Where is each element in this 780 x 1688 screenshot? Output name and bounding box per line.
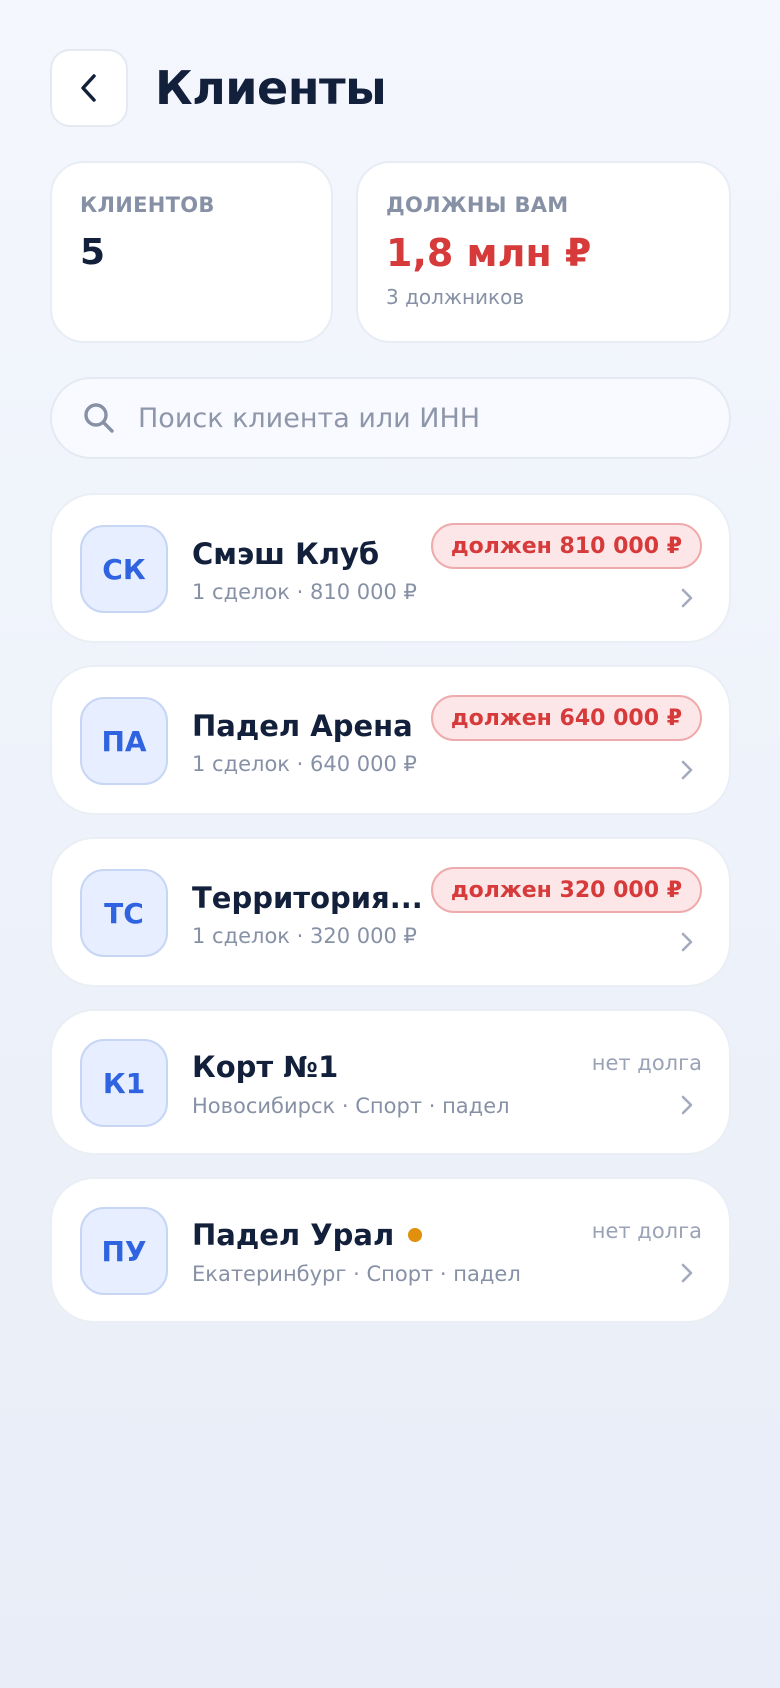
avatar: ТС — [80, 869, 168, 957]
clients-count-card: КЛИЕНТОВ 5 — [50, 161, 333, 343]
chevron-right-icon — [681, 932, 693, 952]
client-card[interactable]: ПУ Падел Урал Екатеринбург · Спорт · пад… — [50, 1177, 731, 1323]
clients-count-value: 5 — [80, 232, 106, 273]
owed-label: ДОЛЖНЫ ВАМ — [386, 193, 569, 217]
avatar: ПА — [80, 697, 168, 785]
owed-to-you-card: ДОЛЖНЫ ВАМ 1,8 млн ₽ 3 должников — [356, 161, 731, 343]
client-name: Смэш Клуб — [192, 537, 379, 571]
chevron-right-icon — [681, 760, 693, 780]
client-card[interactable]: ПА Падел Арена 1 сделок · 640 000 ₽ долж… — [50, 665, 731, 815]
avatar: ПУ — [80, 1207, 168, 1295]
client-details: Екатеринбург · Спорт · падел — [192, 1262, 521, 1286]
client-name-text: Падел Арена — [192, 709, 413, 743]
status-dot — [408, 1228, 423, 1242]
no-debt-label: нет долга — [591, 1051, 702, 1075]
chevron-right-icon — [681, 1095, 693, 1115]
debt-badge: должен 320 000 ₽ — [430, 867, 702, 913]
search-bar — [50, 377, 731, 459]
client-details: Новосибирск · Спорт · падел — [192, 1094, 510, 1118]
back-button[interactable] — [50, 49, 128, 127]
header: Клиенты — [50, 49, 730, 127]
debt-badge: должен 640 000 ₽ — [430, 695, 702, 741]
avatar: СК — [80, 525, 168, 613]
client-name-text: Корт №1 — [192, 1050, 339, 1084]
client-details: 1 сделок · 320 000 ₽ — [192, 924, 417, 948]
client-card[interactable]: К1 Корт №1 Новосибирск · Спорт · падел н… — [50, 1009, 731, 1155]
client-details: 1 сделок · 640 000 ₽ — [192, 752, 417, 776]
client-name-text: Падел Урал — [192, 1218, 395, 1252]
search-icon — [84, 403, 114, 433]
chevron-left-icon — [81, 74, 96, 102]
client-name-text: Смэш Клуб — [192, 537, 380, 571]
client-name: Падел Урал — [192, 1218, 423, 1252]
no-debt-label: нет долга — [591, 1219, 702, 1243]
chevron-right-icon — [681, 588, 693, 608]
search-input[interactable] — [138, 402, 698, 434]
clients-count-label: КЛИЕНТОВ — [80, 193, 215, 217]
client-name: Территория... — [192, 881, 451, 915]
debt-badge: должен 810 000 ₽ — [430, 523, 702, 569]
chevron-right-icon — [681, 1263, 693, 1283]
client-name-text: Территория... — [192, 881, 423, 915]
debtors-count: 3 должников — [386, 284, 525, 309]
owed-value: 1,8 млн ₽ — [386, 231, 592, 275]
client-card[interactable]: ТС Территория... 1 сделок · 320 000 ₽ до… — [50, 837, 731, 987]
avatar: К1 — [80, 1039, 168, 1127]
page-title: Клиенты — [155, 61, 387, 115]
client-name: Падел Арена — [192, 709, 413, 743]
client-card[interactable]: СК Смэш Клуб 1 сделок · 810 000 ₽ должен… — [50, 493, 731, 643]
client-details: 1 сделок · 810 000 ₽ — [192, 580, 417, 604]
client-name: Корт №1 — [192, 1050, 338, 1084]
